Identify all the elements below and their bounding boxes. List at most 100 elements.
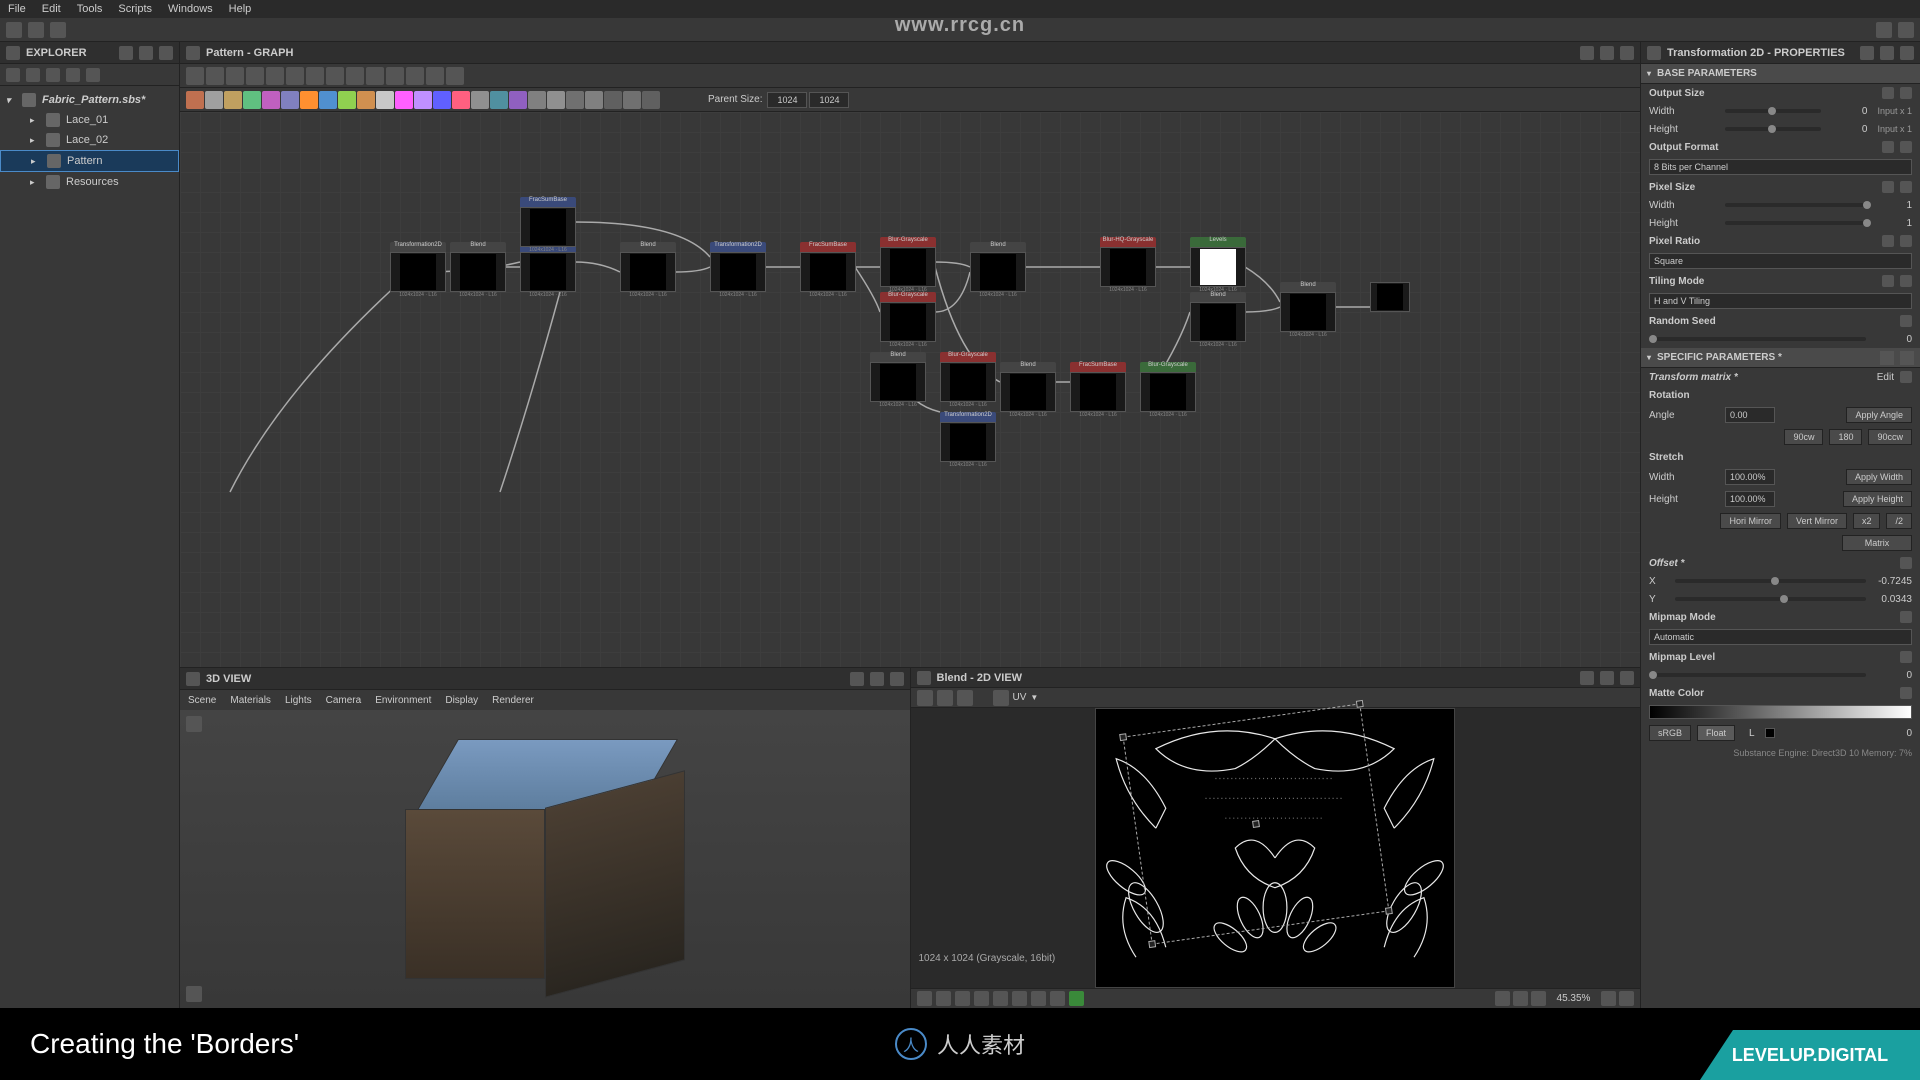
- mipmap-slider[interactable]: [1649, 673, 1866, 677]
- width-slider[interactable]: [1725, 109, 1821, 113]
- camera-icon[interactable]: [186, 716, 202, 732]
- lock-icon[interactable]: [1900, 87, 1912, 99]
- mipmap-mode-select[interactable]: Automatic: [1649, 629, 1912, 645]
- inherit-icon[interactable]: [1882, 87, 1894, 99]
- one-icon[interactable]: [1531, 991, 1546, 1006]
- graph-node[interactable]: FracSumBase1024x1024 · L16: [520, 197, 576, 253]
- node-preset-swatch[interactable]: [585, 91, 603, 109]
- menu-help[interactable]: Help: [229, 3, 252, 15]
- graph-node[interactable]: FracSumBase1024x1024 · L16: [800, 242, 856, 298]
- home-icon[interactable]: [6, 22, 22, 38]
- node-preset-swatch[interactable]: [319, 91, 337, 109]
- lock-icon[interactable]: [1900, 371, 1912, 383]
- node-preset-swatch[interactable]: [395, 91, 413, 109]
- palette-icon[interactable]: [346, 67, 364, 85]
- node-preset-swatch[interactable]: [471, 91, 489, 109]
- parent-height-field[interactable]: 1024: [809, 92, 849, 108]
- specific-params-header[interactable]: ▾ SPECIFIC PARAMETERS *: [1641, 348, 1920, 368]
- height-slider[interactable]: [1725, 127, 1821, 131]
- node-preset-swatch[interactable]: [414, 91, 432, 109]
- preset-icon[interactable]: [1880, 351, 1894, 365]
- offset-x-slider[interactable]: [1675, 579, 1866, 583]
- vert-mirror-button[interactable]: Vert Mirror: [1787, 513, 1847, 529]
- v3d-camera[interactable]: Camera: [326, 695, 362, 706]
- tool-d-icon[interactable]: [426, 67, 444, 85]
- graph-node[interactable]: Blend1024x1024 · L16: [450, 242, 506, 298]
- maximize-icon[interactable]: [870, 672, 884, 686]
- v3d-renderer[interactable]: Renderer: [492, 695, 534, 706]
- node-preset-swatch[interactable]: [642, 91, 660, 109]
- graph-node[interactable]: Transformation2D1024x1024 · L16: [390, 242, 446, 298]
- tool5-icon[interactable]: [86, 68, 100, 82]
- hori-mirror-button[interactable]: Hori Mirror: [1720, 513, 1781, 529]
- node-preset-swatch[interactable]: [357, 91, 375, 109]
- v3d-lights[interactable]: Lights: [285, 695, 312, 706]
- srgb-button[interactable]: sRGB: [1649, 725, 1691, 741]
- parent-width-field[interactable]: 1024: [767, 92, 807, 108]
- node-preset-swatch[interactable]: [490, 91, 508, 109]
- pxh-value[interactable]: 1: [1872, 218, 1912, 229]
- tool-a-icon[interactable]: [366, 67, 384, 85]
- pin-icon[interactable]: [119, 46, 133, 60]
- maximize-icon[interactable]: [1600, 46, 1614, 60]
- maximize-icon[interactable]: [1880, 46, 1894, 60]
- histogram-icon[interactable]: [1031, 991, 1046, 1006]
- lock-icon[interactable]: [1900, 557, 1912, 569]
- inherit-icon[interactable]: [1882, 181, 1894, 193]
- l-value[interactable]: 0: [1872, 728, 1912, 739]
- camera-icon[interactable]: [226, 67, 244, 85]
- output-format-select[interactable]: 8 Bits per Channel: [1649, 159, 1912, 175]
- axis-icon[interactable]: [186, 986, 202, 1002]
- graph-node[interactable]: Blend1024x1024 · L16: [1000, 362, 1056, 418]
- matte-color-bar[interactable]: [1649, 705, 1912, 719]
- v3d-materials[interactable]: Materials: [230, 695, 271, 706]
- menu-windows[interactable]: Windows: [168, 3, 213, 15]
- node-preset-swatch[interactable]: [623, 91, 641, 109]
- graph-node[interactable]: Blur-Grayscale1024x1024 · L16: [880, 292, 936, 348]
- open-icon[interactable]: [917, 690, 933, 706]
- edit-link[interactable]: Edit: [1877, 372, 1894, 383]
- rot-90cw-button[interactable]: 90cw: [1784, 429, 1823, 445]
- align-icon[interactable]: [306, 67, 324, 85]
- lock-icon[interactable]: [1900, 687, 1912, 699]
- graph-node[interactable]: Blend1024x1024 · L16: [870, 352, 926, 408]
- apply-height-button[interactable]: Apply Height: [1843, 491, 1912, 507]
- node-preset-swatch[interactable]: [262, 91, 280, 109]
- move-icon[interactable]: [206, 67, 224, 85]
- apply-angle-button[interactable]: Apply Angle: [1846, 407, 1912, 423]
- graph-node[interactable]: Blur-HQ-Grayscale1024x1024 · L16: [1100, 237, 1156, 293]
- graph-node[interactable]: Blur-Grayscale1024x1024 · L16: [1140, 362, 1196, 418]
- cut-icon[interactable]: [286, 67, 304, 85]
- pxw-slider[interactable]: [1725, 203, 1866, 207]
- graph-node[interactable]: [1370, 282, 1410, 312]
- lock-icon[interactable]: [1900, 275, 1912, 287]
- inherit-icon[interactable]: [1882, 235, 1894, 247]
- menu-edit[interactable]: Edit: [42, 3, 61, 15]
- select-icon[interactable]: [186, 67, 204, 85]
- inherit-icon[interactable]: [1882, 141, 1894, 153]
- pxh-slider[interactable]: [1725, 221, 1866, 225]
- v3d-scene[interactable]: Scene: [188, 695, 216, 706]
- view3d-viewport[interactable]: [180, 710, 910, 1008]
- tool-b-icon[interactable]: [386, 67, 404, 85]
- info-icon[interactable]: [246, 67, 264, 85]
- transform-gizmo[interactable]: [1123, 703, 1390, 944]
- lock-icon[interactable]: [1900, 181, 1912, 193]
- fit-icon[interactable]: [1495, 991, 1510, 1006]
- center-icon[interactable]: [1513, 991, 1528, 1006]
- enviro-icon[interactable]: [1069, 991, 1084, 1006]
- height-value[interactable]: 0: [1827, 124, 1867, 135]
- physical-icon[interactable]: [1050, 991, 1065, 1006]
- reload-icon[interactable]: [26, 68, 40, 82]
- menu-scripts[interactable]: Scripts: [118, 3, 152, 15]
- base-params-header[interactable]: ▾ BASE PARAMETERS: [1641, 64, 1920, 84]
- offset-x-value[interactable]: -0.7245: [1872, 576, 1912, 587]
- zoom-icon[interactable]: [1601, 991, 1616, 1006]
- pin-icon[interactable]: [1860, 46, 1874, 60]
- tiling-mode-select[interactable]: H and V Tiling: [1649, 293, 1912, 309]
- close-icon[interactable]: [1620, 46, 1634, 60]
- seed-slider[interactable]: [1649, 337, 1866, 341]
- node-preset-swatch[interactable]: [300, 91, 318, 109]
- tree-root[interactable]: ▾ Fabric_Pattern.sbs*: [0, 90, 179, 110]
- graph-node[interactable]: Blend1024x1024 · L16: [620, 242, 676, 298]
